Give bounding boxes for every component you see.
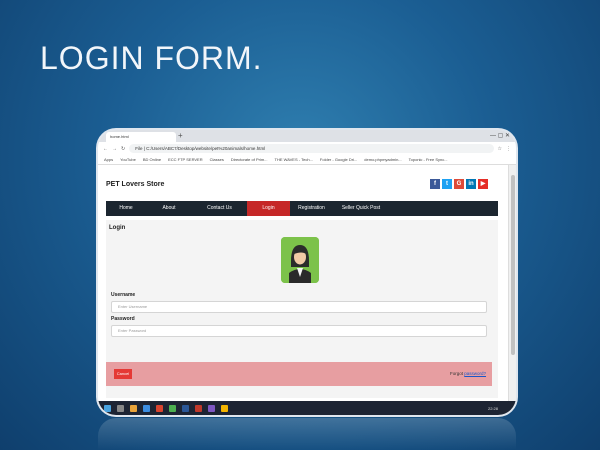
vs-icon[interactable]	[208, 404, 215, 412]
username-label: Username	[111, 292, 136, 298]
url-text: C:/Users/ABC7/Desktop/website/pet%20anim…	[146, 146, 266, 151]
twitter-icon[interactable]: t	[442, 179, 452, 189]
forgot-password-link[interactable]: password?	[464, 371, 486, 376]
bookmark-item[interactable]: Directorate of Prim...	[231, 157, 268, 162]
bookmark-item[interactable]: Toponic - Free Sync...	[409, 157, 448, 162]
forgot-password: Forgot password?	[450, 371, 486, 376]
app-icon[interactable]	[221, 404, 228, 412]
user-avatar	[281, 237, 319, 283]
bookmarks-bar: Apps YouTube BD Online ECC FTP SERVER Cl…	[98, 155, 516, 165]
taskbar-clock: 22:28	[487, 405, 498, 411]
site-title: PET Lovers Store	[106, 181, 165, 188]
forgot-prefix: Forgot	[449, 371, 463, 376]
username-input[interactable]: Enter Username	[111, 301, 487, 313]
facebook-icon[interactable]: f	[430, 179, 440, 189]
slide-title: LOGIN FORM.	[40, 40, 263, 76]
login-heading: Login	[109, 225, 126, 231]
chrome-icon[interactable]	[156, 404, 163, 412]
nav-registration[interactable]: Registration	[290, 201, 333, 216]
bookmark-item[interactable]: YouTube	[120, 157, 136, 162]
powerpoint-icon[interactable]	[195, 404, 202, 412]
star-icon[interactable]: ☆	[498, 146, 502, 152]
scrollbar-thumb[interactable]	[511, 175, 515, 355]
page-scrollbar[interactable]	[508, 165, 516, 401]
youtube-icon[interactable]: ▶	[478, 179, 488, 189]
bookmark-item[interactable]: Folder - Google Dri...	[320, 157, 357, 162]
bookmark-item[interactable]: demo.phpmyadmin...	[364, 157, 401, 162]
linkedin-icon[interactable]: in	[466, 179, 476, 189]
frame-reflection	[98, 418, 516, 450]
file-explorer-icon[interactable]	[130, 404, 137, 412]
nav-contact[interactable]: Contact Us	[192, 201, 247, 216]
browser-screenshot: home.html + — ▢ ✕ ← → ↻ File | C:/Users/…	[98, 130, 516, 415]
new-tab-button[interactable]: +	[178, 131, 183, 141]
nav-about[interactable]: About	[146, 201, 192, 216]
menu-icon[interactable]: ⋮	[506, 146, 511, 152]
password-label: Password	[111, 316, 135, 322]
start-icon[interactable]	[104, 404, 111, 412]
google-plus-icon[interactable]: G	[454, 179, 464, 189]
bookmark-item[interactable]: BD Online	[143, 157, 161, 162]
form-footer: Cancel Forgot password?	[106, 362, 492, 386]
back-icon[interactable]: ←	[103, 146, 108, 152]
main-nav: Home About Contact Us Login Registration…	[106, 201, 498, 216]
taskbar: 22:28	[98, 401, 516, 415]
url-prefix: File	[135, 146, 143, 151]
browser-tab-bar: home.html + — ▢ ✕	[98, 130, 516, 142]
nav-login[interactable]: Login	[247, 201, 290, 216]
password-input[interactable]: Enter Password	[111, 325, 487, 337]
store-icon[interactable]	[143, 404, 150, 412]
bookmark-item[interactable]: Classes	[210, 157, 224, 162]
browser-tab[interactable]: home.html	[106, 132, 176, 142]
bookmark-item[interactable]: THE WAVES - Tech...	[275, 157, 313, 162]
app-icon[interactable]	[169, 404, 176, 412]
search-icon[interactable]	[117, 404, 124, 412]
forward-icon[interactable]: →	[112, 146, 117, 152]
url-field[interactable]: File | C:/Users/ABC7/Desktop/website/pet…	[129, 144, 494, 153]
social-links: f t G in ▶	[430, 179, 488, 189]
window-controls[interactable]: — ▢ ✕	[490, 130, 510, 142]
nav-home[interactable]: Home	[106, 201, 146, 216]
reload-icon[interactable]: ↻	[121, 146, 125, 152]
nav-seller-quick-post[interactable]: Seller Quick Post	[333, 201, 389, 216]
address-bar: ← → ↻ File | C:/Users/ABC7/Desktop/websi…	[98, 142, 516, 155]
cancel-button[interactable]: Cancel	[114, 369, 132, 379]
word-icon[interactable]	[182, 404, 189, 412]
bookmark-item[interactable]: ECC FTP SERVER	[168, 157, 203, 162]
bookmark-item[interactable]: Apps	[104, 157, 113, 162]
